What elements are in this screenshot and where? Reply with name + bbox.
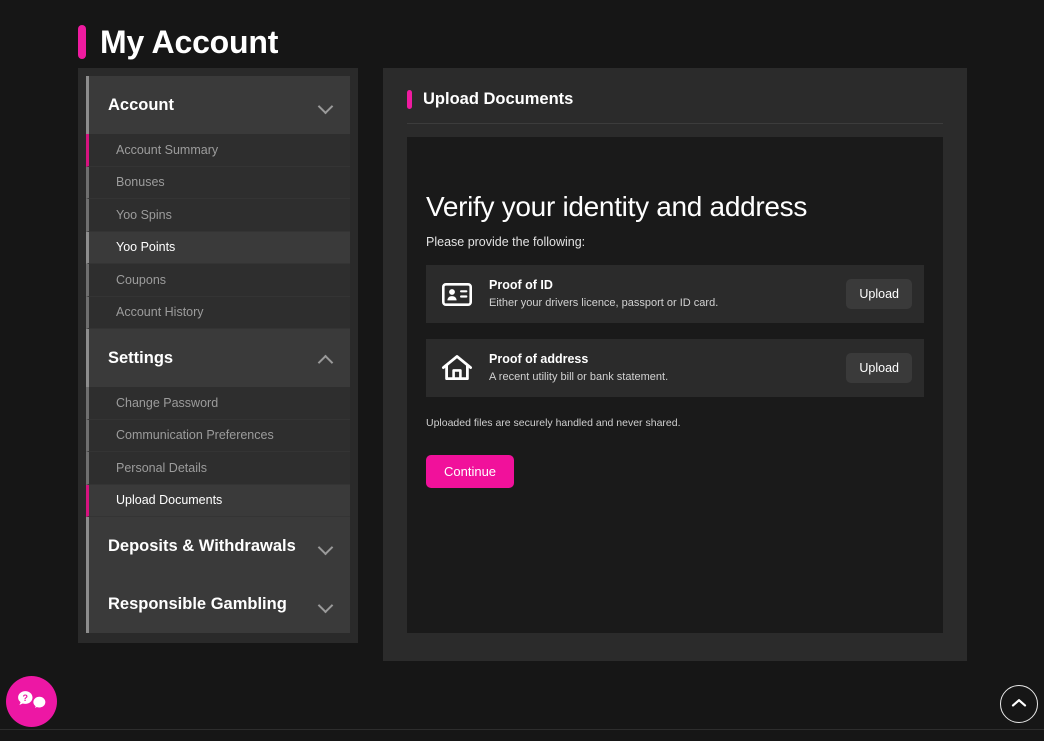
panel-title: Upload Documents — [423, 90, 573, 109]
document-row-proof-of-id: Proof of ID Either your drivers licence,… — [426, 265, 924, 323]
sidebar-item-label: Yoo Points — [116, 240, 175, 254]
sidebar-section-settings[interactable]: Settings — [86, 329, 350, 387]
sidebar-item-label: Yoo Spins — [116, 208, 172, 222]
account-sidebar: Account Account Summary Bonuses Yoo Spin… — [78, 68, 358, 643]
sidebar-item-bonuses[interactable]: Bonuses — [86, 167, 350, 200]
sidebar-item-upload-documents[interactable]: Upload Documents — [86, 485, 350, 518]
home-icon — [441, 352, 473, 384]
chat-help-icon: ? — [17, 686, 47, 717]
scroll-to-top-button[interactable] — [1000, 685, 1038, 723]
page-header: My Account — [0, 0, 1044, 68]
sidebar-item-label: Upload Documents — [116, 493, 222, 507]
panel-header: Upload Documents — [407, 90, 943, 124]
main-panel: Upload Documents Verify your identity an… — [383, 68, 967, 661]
page-layout: Account Account Summary Bonuses Yoo Spin… — [0, 68, 1044, 728]
sidebar-section-account-label: Account — [89, 96, 174, 115]
chevron-up-icon — [319, 354, 332, 362]
verification-subtitle: Please provide the following: — [426, 235, 924, 249]
document-description: A recent utility bill or bank statement. — [489, 370, 830, 385]
document-text-proof-of-id: Proof of ID Either your drivers licence,… — [489, 277, 830, 311]
upload-button-proof-of-address[interactable]: Upload — [846, 353, 912, 383]
sidebar-item-label: Coupons — [116, 273, 166, 287]
panel-accent-bar — [407, 90, 412, 109]
verification-heading: Verify your identity and address — [426, 191, 924, 223]
chevron-down-icon — [319, 101, 332, 109]
sidebar-item-coupons[interactable]: Coupons — [86, 264, 350, 297]
title-accent-bar — [78, 25, 86, 59]
footer-divider — [0, 729, 1044, 730]
sidebar-section-deposits-withdrawals[interactable]: Deposits & Withdrawals — [86, 517, 350, 575]
chevron-down-icon — [319, 600, 332, 608]
svg-text:?: ? — [22, 693, 28, 703]
id-card-icon — [441, 278, 473, 310]
page-title: My Account — [100, 26, 278, 58]
sidebar-item-account-summary[interactable]: Account Summary — [86, 134, 350, 167]
sidebar-item-label: Change Password — [116, 396, 218, 410]
sidebar-subitems-settings: Change Password Communication Preference… — [86, 387, 350, 517]
sidebar-item-personal-details[interactable]: Personal Details — [86, 452, 350, 485]
document-title: Proof of ID — [489, 277, 830, 294]
sidebar-item-label: Personal Details — [116, 461, 207, 475]
upload-disclaimer: Uploaded files are securely handled and … — [426, 417, 924, 429]
document-description: Either your drivers licence, passport or… — [489, 296, 830, 311]
upload-button-proof-of-id[interactable]: Upload — [846, 279, 912, 309]
continue-button[interactable]: Continue — [426, 455, 514, 488]
document-title: Proof of address — [489, 351, 830, 368]
chat-help-button[interactable]: ? — [6, 676, 57, 727]
sidebar-item-yoo-points[interactable]: Yoo Points — [86, 232, 350, 265]
sidebar-item-account-history[interactable]: Account History — [86, 297, 350, 330]
document-text-proof-of-address: Proof of address A recent utility bill o… — [489, 351, 830, 385]
document-row-proof-of-address: Proof of address A recent utility bill o… — [426, 339, 924, 397]
chevron-up-icon — [1011, 695, 1027, 713]
verification-card: Verify your identity and address Please … — [407, 137, 943, 633]
sidebar-section-responsible-gambling-label: Responsible Gambling — [89, 595, 287, 614]
sidebar-item-label: Communication Preferences — [116, 428, 274, 442]
sidebar-item-yoo-spins[interactable]: Yoo Spins — [86, 199, 350, 232]
sidebar-item-change-password[interactable]: Change Password — [86, 387, 350, 420]
chevron-down-icon — [319, 542, 332, 550]
sidebar-item-communication-preferences[interactable]: Communication Preferences — [86, 420, 350, 453]
sidebar-section-account[interactable]: Account — [86, 76, 350, 134]
sidebar-section-deposits-withdrawals-label: Deposits & Withdrawals — [89, 537, 296, 556]
sidebar-item-label: Account History — [116, 305, 204, 319]
sidebar-section-responsible-gambling[interactable]: Responsible Gambling — [86, 575, 350, 633]
sidebar-section-settings-label: Settings — [89, 349, 173, 368]
sidebar-subitems-account: Account Summary Bonuses Yoo Spins Yoo Po… — [86, 134, 350, 329]
sidebar-item-label: Account Summary — [116, 143, 218, 157]
sidebar-item-label: Bonuses — [116, 175, 165, 189]
